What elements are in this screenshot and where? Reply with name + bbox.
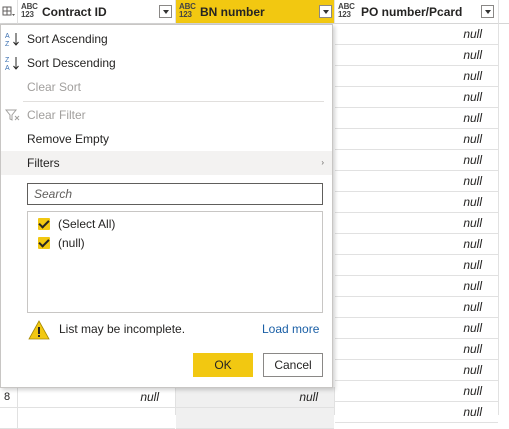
table-cell[interactable]: null: [335, 87, 498, 108]
table-cell[interactable]: null: [335, 45, 498, 66]
menu-divider: [23, 101, 324, 102]
column-header-contract-id[interactable]: ABC 123 Contract ID: [18, 0, 176, 24]
column-header-bn-number[interactable]: ABC 123 BN number: [176, 0, 335, 24]
menu-item-label: Sort Descending: [27, 56, 116, 70]
table-cell[interactable]: null: [335, 255, 498, 276]
svg-text:Z: Z: [5, 57, 10, 64]
contract-id-column-cells: null: [18, 387, 176, 429]
table-cell[interactable]: null: [335, 297, 498, 318]
row-number[interactable]: 8: [0, 387, 18, 408]
filters-submenu-item[interactable]: Filters ›: [1, 151, 332, 175]
table-cell[interactable]: null: [18, 387, 175, 408]
load-more-link[interactable]: Load more: [262, 322, 319, 336]
table-cell[interactable]: null: [335, 150, 498, 171]
chevron-right-icon: ›: [321, 158, 324, 167]
column-title: PO number/Pcard: [361, 5, 463, 19]
table-menu-icon[interactable]: [2, 5, 16, 19]
warning-icon: [28, 320, 50, 340]
menu-item-label: Sort Ascending: [27, 32, 108, 46]
checkbox-checked[interactable]: [38, 237, 50, 249]
sort-ascending-item[interactable]: A Z Sort Ascending: [1, 27, 332, 51]
table-cell[interactable]: null: [335, 213, 498, 234]
column-title: Contract ID: [42, 5, 107, 19]
svg-text:A: A: [5, 65, 10, 71]
column-title: BN number: [200, 5, 265, 19]
table-cell[interactable]: null: [335, 381, 498, 402]
filter-dropdown-button[interactable]: [159, 5, 172, 18]
any-type-icon[interactable]: ABC 123: [21, 3, 38, 19]
table-cell[interactable]: null: [335, 129, 498, 150]
table-cell[interactable]: [176, 408, 334, 429]
sort-ascending-icon: A Z: [5, 33, 19, 47]
table-cell[interactable]: null: [335, 24, 498, 45]
menu-item-label: Remove Empty: [27, 132, 110, 146]
menu-item-label: Filters: [27, 156, 60, 170]
search-input[interactable]: Search: [27, 183, 323, 205]
clear-sort-item[interactable]: Clear Sort: [1, 75, 332, 99]
menu-item-label: Clear Sort: [27, 80, 82, 94]
ok-button[interactable]: OK: [193, 353, 253, 377]
column-filter-menu: A Z Sort Ascending Z A Sort Descending C…: [0, 24, 333, 388]
bn-number-column-cells: null: [176, 387, 335, 429]
checkbox-checked[interactable]: [38, 218, 50, 230]
any-type-icon[interactable]: ABC 123: [179, 3, 196, 19]
table-cell[interactable]: null: [176, 387, 334, 408]
svg-text:A: A: [5, 33, 10, 40]
svg-text:Z: Z: [5, 41, 10, 47]
any-type-icon[interactable]: ABC 123: [338, 3, 355, 19]
sort-descending-icon: Z A: [5, 57, 19, 71]
table-cell[interactable]: null: [335, 339, 498, 360]
column-header-overflow: [499, 0, 509, 24]
table-cell[interactable]: null: [335, 66, 498, 87]
filter-values-list: (Select All) (null): [27, 211, 323, 313]
table-cell[interactable]: null: [335, 276, 498, 297]
table-cell[interactable]: null: [335, 108, 498, 129]
table-cell[interactable]: null: [335, 360, 498, 381]
row-number[interactable]: [0, 408, 18, 429]
table-cell[interactable]: null: [335, 234, 498, 255]
filter-dropdown-button[interactable]: [481, 5, 494, 18]
table-cell[interactable]: null: [335, 171, 498, 192]
filter-dropdown-button[interactable]: [319, 5, 332, 18]
option-label: (null): [58, 236, 85, 250]
remove-empty-item[interactable]: Remove Empty: [1, 127, 332, 151]
sort-descending-item[interactable]: Z A Sort Descending: [1, 51, 332, 75]
option-label: (Select All): [58, 217, 116, 231]
clear-filter-item[interactable]: Clear Filter: [1, 103, 332, 127]
incomplete-list-warning: List may be incomplete.: [59, 322, 186, 336]
table-cell[interactable]: null: [335, 318, 498, 339]
po-number-column-cells: null null null null null null null null …: [335, 24, 499, 423]
cancel-button[interactable]: Cancel: [263, 353, 323, 377]
table-cell[interactable]: [18, 408, 175, 429]
menu-item-label: Clear Filter: [27, 108, 86, 122]
row-number-header[interactable]: [0, 0, 18, 24]
table-cell[interactable]: null: [335, 192, 498, 213]
column-header-po-number[interactable]: ABC 123 PO number/Pcard: [335, 0, 499, 24]
clear-filter-icon: [5, 109, 20, 121]
table-cell[interactable]: null: [335, 402, 498, 423]
